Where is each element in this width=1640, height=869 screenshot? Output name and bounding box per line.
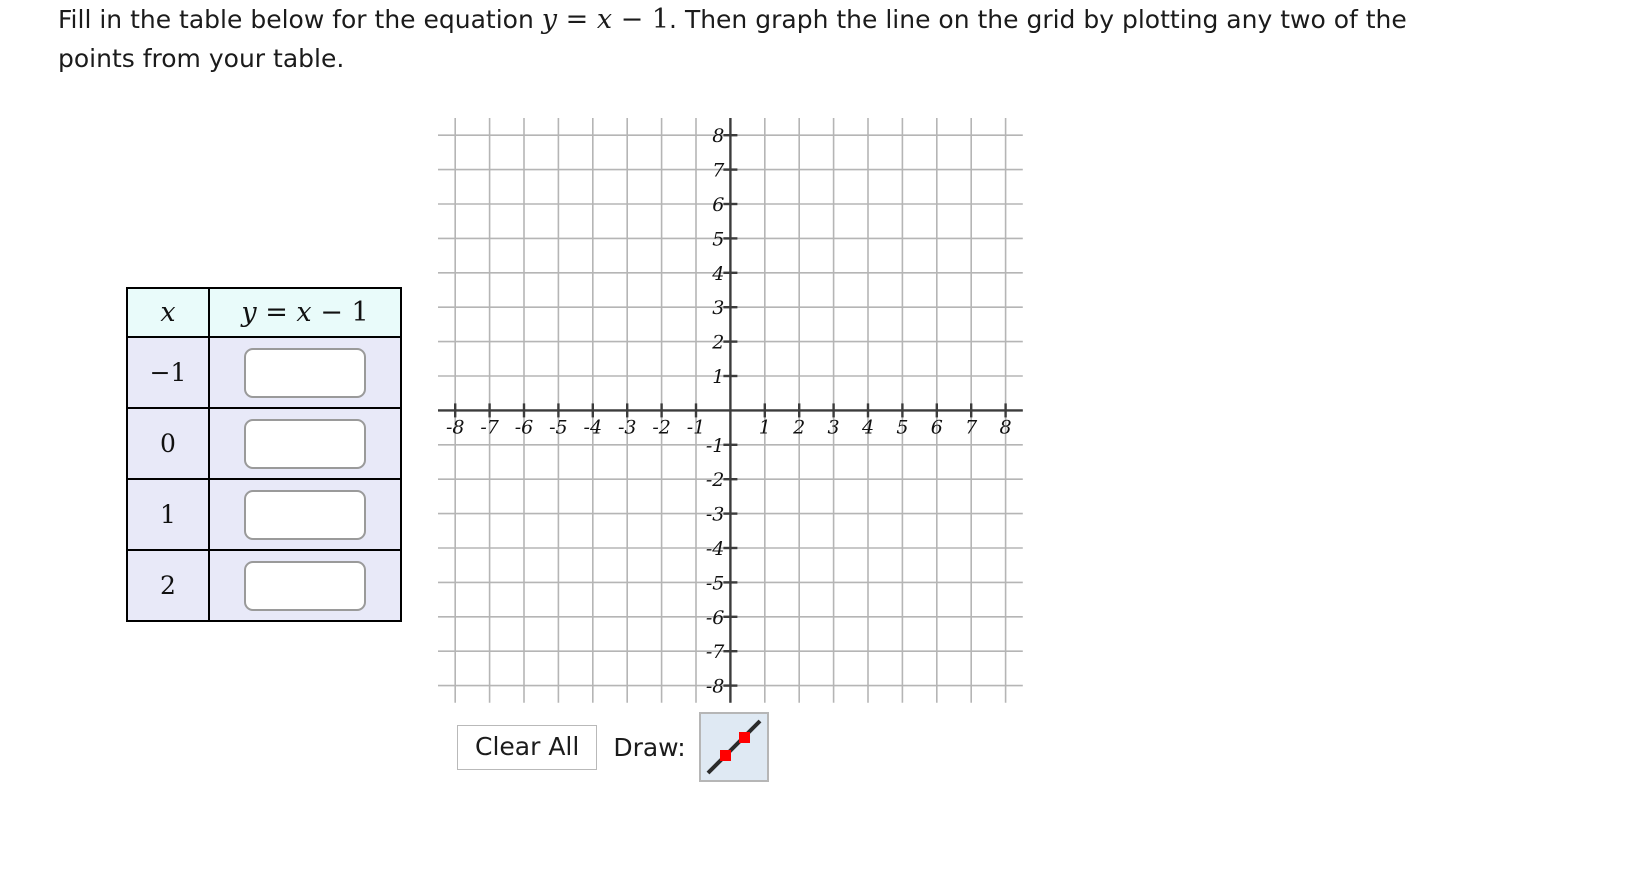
- cell-y-input-container: [208, 336, 402, 409]
- coordinate-grid-svg[interactable]: -8 -7 -6 -5 -4 -3 -2 -1 1 2 3 4 5 6 7 887654321-1-2-3-4…: [438, 118, 1023, 703]
- x-tick-label: 8: [1000, 416, 1012, 438]
- line-segment-tool-button[interactable]: [698, 712, 769, 782]
- y-tick-label: 2: [711, 332, 724, 354]
- column-header-y: y = x − 1: [208, 287, 402, 338]
- draw-label: Draw:: [613, 732, 686, 762]
- y-tick-label: 8: [712, 125, 724, 147]
- equation-x: x: [596, 4, 613, 35]
- x-tick-label: -5: [549, 416, 568, 438]
- clear-all-button[interactable]: Clear All: [457, 724, 598, 770]
- cell-x-value: 0: [126, 407, 210, 480]
- y-tick-label: -7: [706, 641, 725, 663]
- y-tick-label: -8: [706, 676, 725, 698]
- answer-input-row-3[interactable]: [244, 489, 366, 540]
- column-header-y-x: x: [296, 297, 312, 328]
- value-table-container: x y = x − 1 −1 0 1 2: [126, 287, 402, 622]
- column-header-y-one: 1: [351, 297, 369, 328]
- cell-y-input-container: [208, 478, 402, 551]
- y-tick-label: -3: [706, 504, 725, 526]
- table-row: 1: [126, 478, 402, 551]
- prompt-text-part1: Fill in the table below for the equation: [58, 5, 542, 34]
- y-tick-label: 7: [712, 160, 725, 182]
- x-tick-label: -7: [480, 416, 499, 438]
- question-prompt: Fill in the table below for the equation…: [58, 0, 1428, 78]
- equation-y: y: [541, 4, 558, 35]
- cell-x-value: 2: [126, 549, 210, 622]
- column-header-x-label: x: [160, 297, 176, 328]
- y-tick-label: -4: [706, 538, 725, 560]
- y-tick-label: 3: [712, 297, 724, 319]
- y-tick-label: 5: [712, 228, 724, 250]
- x-tick-label: 1: [759, 416, 771, 438]
- y-tick-label: -6: [706, 607, 725, 629]
- x-tick-label: -3: [618, 416, 637, 438]
- graph-toolbar: Clear All Draw:: [457, 712, 769, 782]
- equation-minus: −: [612, 4, 652, 35]
- answer-input-row-1[interactable]: [244, 347, 366, 398]
- equation-equals: =: [557, 4, 597, 35]
- column-header-y-minus: −: [311, 297, 352, 328]
- column-header-y-equals: =: [256, 297, 297, 328]
- x-tick-label: -1: [687, 416, 706, 438]
- axes: [438, 118, 1023, 703]
- y-tick-label: -5: [706, 572, 725, 594]
- x-tick-label: 5: [896, 416, 908, 438]
- table-row: 2: [126, 549, 402, 622]
- equation-one: 1: [651, 4, 670, 35]
- answer-input-row-4[interactable]: [244, 560, 366, 611]
- x-tick-label: 4: [861, 416, 874, 438]
- table-row: −1: [126, 336, 402, 409]
- y-tick-label: 4: [711, 263, 724, 285]
- table-row: 0: [126, 407, 402, 480]
- cell-x-value: −1: [126, 336, 210, 409]
- cell-y-input-container: [208, 549, 402, 622]
- x-tick-label: -8: [446, 416, 465, 438]
- x-tick-label: 2: [792, 416, 805, 438]
- x-tick-label: -4: [584, 416, 603, 438]
- table-header-row: x y = x − 1: [126, 287, 402, 338]
- x-tick-label: 3: [828, 416, 840, 438]
- answer-input-row-2[interactable]: [244, 418, 366, 469]
- x-tick-label: -2: [652, 416, 671, 438]
- y-tick-label: 6: [712, 194, 724, 216]
- value-table: x y = x − 1 −1 0 1 2: [126, 287, 402, 622]
- y-tick-label: -2: [706, 469, 725, 491]
- x-tick-label: 6: [931, 416, 943, 438]
- y-tick-label: -1: [706, 435, 725, 457]
- x-tick-label: 7: [965, 416, 978, 438]
- x-tick-label: -6: [515, 416, 534, 438]
- coordinate-grid[interactable]: -8 -7 -6 -5 -4 -3 -2 -1 1 2 3 4 5 6 7 8 8 7 6 5 4 3 2 1 -1 -2 -3 -4…: [438, 118, 1023, 707]
- column-header-y-y: y: [241, 297, 257, 328]
- cell-x-value: 1: [126, 478, 210, 551]
- line-segment-tool-icon: [706, 719, 762, 775]
- column-header-x: x: [126, 287, 210, 338]
- cell-y-input-container: [208, 407, 402, 480]
- y-tick-label: 1: [712, 366, 724, 388]
